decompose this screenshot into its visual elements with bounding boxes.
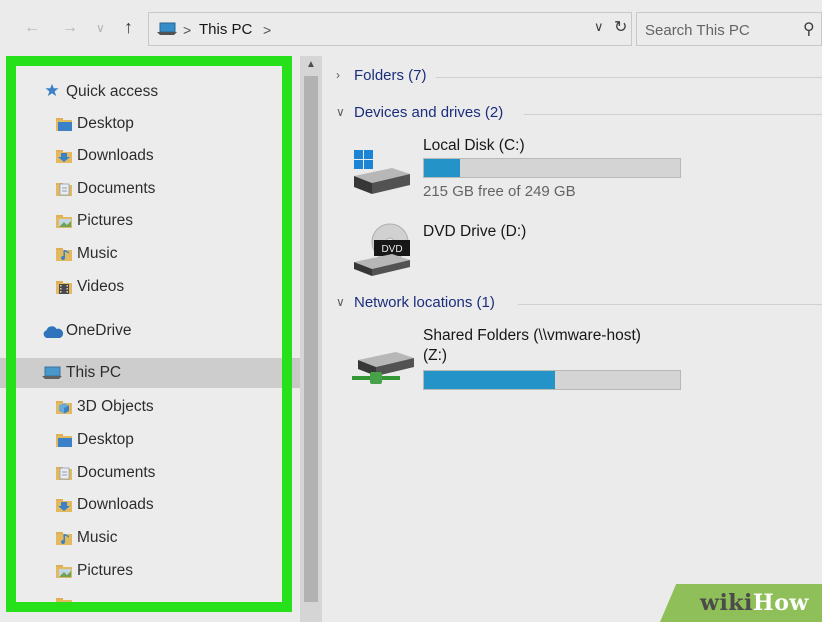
group-header-label: Devices and drives (2) [354,104,504,121]
nav-item-downloads[interactable]: Downloads [0,490,300,520]
drive-name: DVD Drive (D:) [423,223,527,240]
nav-item-this-pc[interactable]: This PC [0,358,300,388]
address-bar: ← → ∨ ↑ > This PC > ∨ ↻ ⚲ [0,0,822,56]
nav-item-pictures[interactable]: Pictures [0,556,300,586]
scrollbar-thumb[interactable] [304,76,318,602]
recent-locations-chevron-icon[interactable]: ∨ [96,16,105,40]
folder-icon [56,118,72,131]
cloud-icon [43,326,64,338]
back-arrow-icon[interactable]: ← [24,16,40,40]
address-dropdown-icon[interactable]: ∨ [594,19,604,35]
pictures-folder-icon [56,565,72,578]
nav-item-downloads[interactable]: Downloads [0,141,300,171]
videos-folder-icon [56,281,72,294]
group-header-network[interactable]: ∨ Network locations (1) [336,293,822,315]
nav-item-label: Downloads [77,496,154,513]
nav-item-label: Videos [77,278,125,295]
dvd-drive-icon: DVD [354,223,410,276]
drive-local-disk-c[interactable]: Local Disk (C:) 215 GB free of 249 GB [322,134,822,204]
documents-folder-icon [56,467,72,480]
nav-item-label: Desktop [77,431,134,448]
this-pc-icon [157,22,177,35]
drive-usage-fill [424,371,555,389]
drive-name-line2: (Z:) [423,347,448,364]
nav-item-3d-objects[interactable]: 3D Objects [0,392,300,422]
nav-item-music[interactable]: Music [0,523,300,553]
nav-item-label: Downloads [77,147,154,164]
nav-item-videos-partial[interactable] [0,589,300,619]
nav-item-label: Pictures [77,562,133,579]
objects-folder-icon [56,401,72,414]
network-drive-icon [352,352,414,384]
nav-item-label: Music [77,245,118,262]
group-divider [524,114,822,115]
drive-usage-bar [423,158,681,178]
nav-item-label: This PC [66,364,122,381]
group-divider [518,304,822,305]
refresh-icon[interactable]: ↻ [614,17,627,37]
nav-item-label: Documents [77,464,156,481]
hard-drive-windows-icon [354,150,410,194]
drive-free-space: 215 GB free of 249 GB [423,183,576,200]
content-pane: › Folders (7) ∨ Devices and drives (2) L… [322,56,822,622]
forward-arrow-icon[interactable]: → [62,16,78,40]
drive-shared-folders-z[interactable]: Shared Folders (\\vmware-host) (Z:) [322,324,822,400]
address-path-box[interactable]: > This PC > ∨ ↻ [148,12,632,46]
nav-item-label: Pictures [77,212,133,229]
nav-item-videos[interactable]: Videos [0,272,300,302]
nav-item-label: 3D Objects [77,398,154,415]
search-icon[interactable]: ⚲ [803,19,815,39]
download-folder-icon [56,150,72,163]
nav-item-documents[interactable]: Documents [0,458,300,488]
drive-name: Local Disk (C:) [423,137,525,154]
music-folder-icon [56,532,72,545]
dvd-badge: DVD [381,244,402,255]
star-icon [45,83,59,97]
watermark-logo: wikiHow [700,590,809,616]
group-divider [436,77,822,78]
nav-item-label: OneDrive [66,322,132,339]
nav-item-desktop[interactable]: Desktop [0,425,300,455]
drive-usage-fill [424,159,460,177]
group-header-devices[interactable]: ∨ Devices and drives (2) [336,103,822,125]
documents-folder-icon [56,183,72,196]
nav-item-label: Desktop [77,115,134,132]
nav-item-label: Documents [77,180,156,197]
pc-icon [42,366,62,379]
nav-item-documents[interactable]: Documents [0,174,300,204]
chevron-down-icon[interactable]: ∨ [336,295,345,309]
breadcrumb-separator[interactable]: > [263,20,271,40]
nav-item-onedrive[interactable]: OneDrive [0,316,300,346]
watermark-part2: How [752,590,809,616]
pictures-folder-icon [56,215,72,228]
breadcrumb-separator: > [183,22,192,38]
search-box[interactable]: ⚲ [636,12,822,46]
nav-item-label: Music [77,529,118,546]
nav-item-desktop[interactable]: Desktop [0,109,300,139]
nav-item-pictures[interactable]: Pictures [0,206,300,236]
watermark-part1: wiki [700,590,753,616]
chevron-right-icon[interactable]: › [336,68,340,82]
drive-dvd-d[interactable]: DVD DVD Drive (D:) [322,222,822,282]
drive-usage-bar [423,370,681,390]
nav-pane-scrollbar[interactable]: ▲ [300,56,322,622]
nav-item-music[interactable]: Music [0,239,300,269]
group-header-label: Network locations (1) [354,294,495,311]
download-folder-icon [56,499,72,512]
group-header-label: Folders (7) [354,67,427,84]
scroll-up-arrow-icon[interactable]: ▲ [300,56,322,74]
up-arrow-icon[interactable]: ↑ [124,15,133,39]
videos-folder-icon [56,598,72,611]
search-input[interactable] [645,20,795,40]
nav-item-quick-access[interactable]: Quick access [0,77,300,107]
folder-icon [56,434,72,447]
group-header-folders[interactable]: › Folders (7) [336,66,822,88]
navigation-pane: Quick access Desktop Downloads Documents… [0,56,300,622]
nav-item-label: Quick access [66,83,159,100]
chevron-down-icon[interactable]: ∨ [336,105,345,119]
music-folder-icon [56,248,72,261]
breadcrumb-this-pc[interactable]: This PC [199,20,252,40]
drive-name-line1: Shared Folders (\\vmware-host) [423,327,641,344]
